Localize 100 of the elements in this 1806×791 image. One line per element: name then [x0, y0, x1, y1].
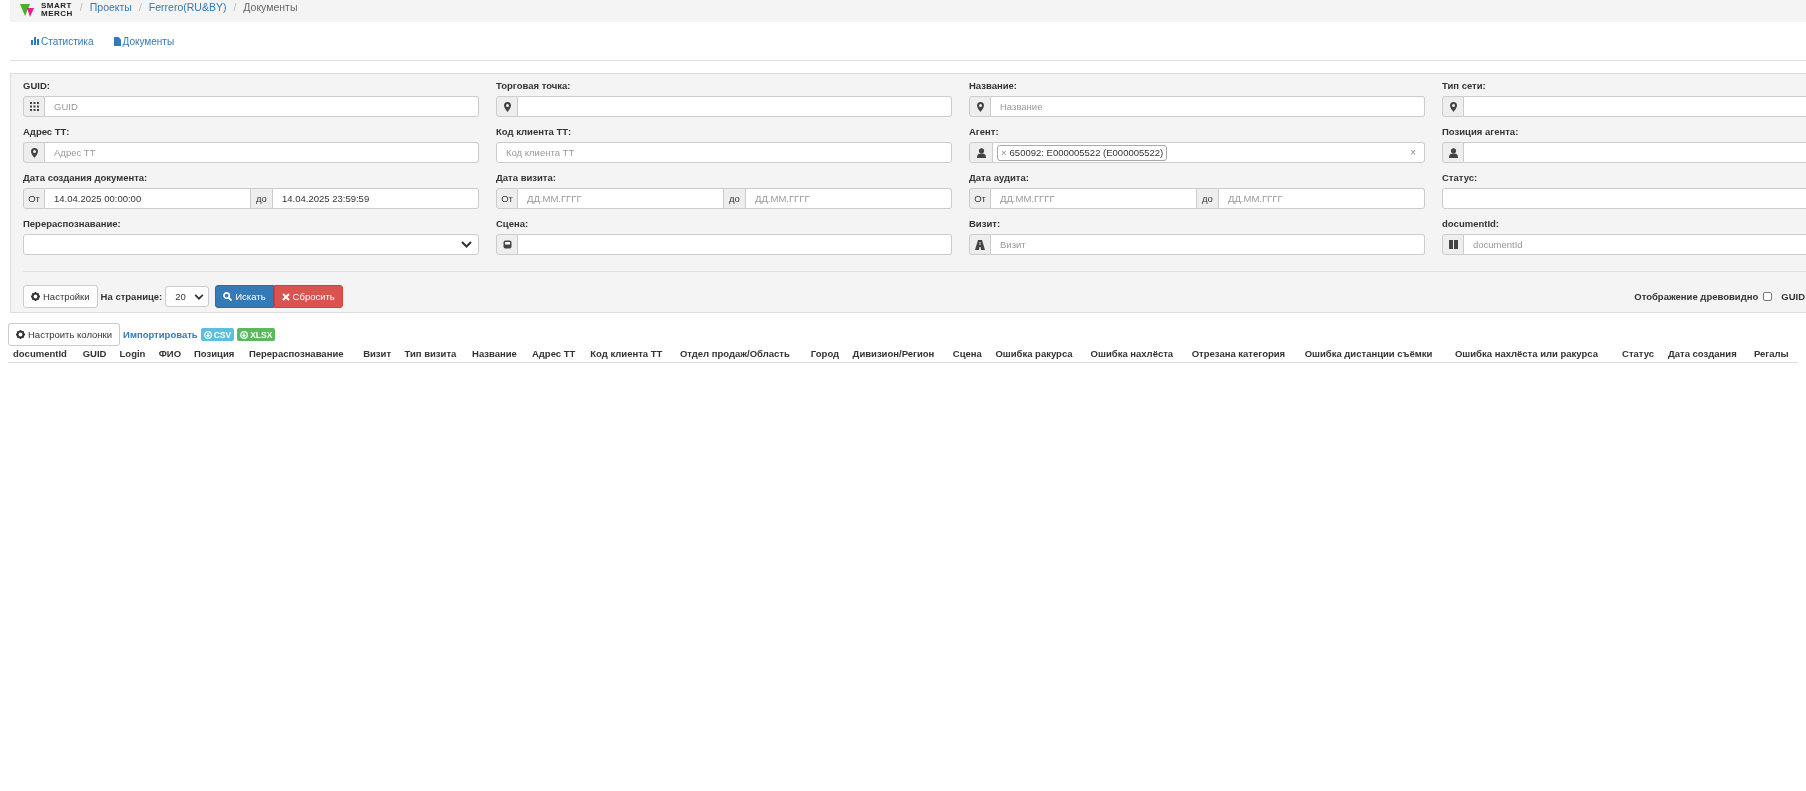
map-pin-icon: [1449, 101, 1457, 112]
column-header: Статус: [1617, 345, 1663, 363]
date-to-field[interactable]: 14.04.2025 23:59:59: [273, 188, 479, 209]
road-icon: [975, 239, 985, 250]
tray-icon: [502, 240, 512, 249]
input-field[interactable]: [518, 234, 952, 255]
input-field[interactable]: documentId: [1464, 234, 1806, 255]
breadcrumb-link[interactable]: Проекты: [89, 1, 132, 13]
field-label: Дата создания документа:: [23, 171, 149, 185]
column-header: Ошибка нахлёста или ракурса: [1449, 345, 1618, 363]
logo-text: MERCH: [41, 10, 73, 18]
agent-tag: 650092: E000005522 (E000005522): [1009, 145, 1164, 160]
field-label: Визит:: [969, 217, 1002, 231]
range-label: От: [969, 188, 991, 209]
user-icon: [976, 147, 986, 158]
column-header: Город: [805, 345, 848, 363]
download-icon: [203, 330, 212, 339]
date-to-field[interactable]: ДД.ММ.ГГГГ: [746, 188, 952, 209]
nav-tab[interactable]: Документы: [113, 35, 175, 47]
breadcrumb-current: Документы: [243, 1, 298, 13]
chevron-down-icon: [194, 293, 205, 300]
field-label: Название:: [969, 79, 1018, 93]
breadcrumb-link[interactable]: Ferrero(RU&BY): [148, 1, 227, 13]
field-label: Статус:: [1442, 171, 1479, 185]
nav-tab[interactable]: Статистика: [31, 35, 94, 47]
export-button[interactable]: XLSX: [237, 328, 276, 341]
field-label: Сцена:: [496, 217, 530, 231]
columns-icon: [1448, 240, 1458, 249]
document-icon: [113, 36, 121, 46]
bar-chart-icon: [31, 37, 39, 45]
input-field[interactable]: [1464, 142, 1806, 163]
per-page-select[interactable]: 20: [165, 286, 210, 307]
input-field[interactable]: Код клиента ТТ: [496, 142, 952, 163]
field-label: Код клиента ТТ:: [496, 125, 573, 139]
column-header: Название: [467, 345, 527, 363]
input-field[interactable]: Название: [991, 96, 1425, 117]
field-label: Тип сети:: [1442, 79, 1487, 93]
field-label: Перераспознавание:: [23, 217, 122, 231]
settings-button[interactable]: Настройки: [23, 285, 98, 308]
column-header: Адрес ТТ: [526, 345, 586, 363]
import-label: Импортировать: [123, 329, 198, 340]
tree-view-label: Отображение древовидно: [1634, 291, 1759, 302]
field-label: GUID:: [23, 79, 51, 93]
field-label: Дата визита:: [496, 171, 557, 185]
tree-view-checkbox[interactable]: [1763, 292, 1773, 301]
field-label: Адрес ТТ:: [23, 125, 71, 139]
gear-icon: [16, 330, 25, 339]
input-field[interactable]: [1442, 188, 1806, 209]
close-icon: [281, 292, 290, 301]
column-header: Тип визита: [399, 345, 468, 363]
column-header: Ошибка дистанции съёмки: [1299, 345, 1450, 363]
per-page-label: На странице:: [100, 291, 163, 302]
clear-button[interactable]: ×: [1410, 147, 1424, 158]
column-header: Визит: [358, 345, 400, 363]
field-label: Торговая точка:: [496, 79, 572, 93]
tag-input-field[interactable]: × 650092: E000005522 (E000005522) ×: [969, 142, 1425, 163]
input-field[interactable]: GUID: [45, 96, 479, 117]
remove-tag-button[interactable]: ×: [1001, 145, 1007, 160]
range-label: до: [724, 188, 746, 209]
breadcrumb-separator: /: [233, 1, 237, 13]
column-header: Отдел продаж/Область: [674, 345, 806, 363]
map-pin-icon: [503, 101, 511, 112]
date-from-field[interactable]: ДД.ММ.ГГГГ: [518, 188, 724, 209]
field-label: Дата аудита:: [969, 171, 1030, 185]
grid-icon: [29, 102, 39, 111]
range-label: до: [251, 188, 273, 209]
map-pin-icon: [30, 147, 38, 158]
column-header: Login: [114, 345, 154, 363]
search-button[interactable]: Искать: [215, 285, 274, 308]
breadcrumb-separator: /: [79, 1, 83, 13]
breadcrumb-separator: /: [138, 1, 142, 13]
input-field[interactable]: [518, 96, 952, 117]
date-from-field[interactable]: ДД.ММ.ГГГГ: [991, 188, 1197, 209]
download-icon: [240, 330, 249, 339]
column-header: Сцена: [947, 345, 991, 363]
map-pin-icon: [976, 101, 984, 112]
date-from-field[interactable]: 14.04.2025 00:00:00: [45, 188, 251, 209]
column-header: GUID: [77, 345, 115, 363]
column-header: Дивизион/Регион: [847, 345, 948, 363]
date-to-field[interactable]: ДД.ММ.ГГГГ: [1219, 188, 1425, 209]
column-header: Позиция: [189, 345, 244, 363]
input-field[interactable]: Визит: [991, 234, 1425, 255]
column-header: Ошибка ракурса: [990, 345, 1086, 363]
logo-text: SMART: [41, 2, 73, 10]
reset-button[interactable]: Сбросить: [273, 285, 343, 308]
input-field[interactable]: [1464, 96, 1806, 117]
input-field[interactable]: Адрес ТТ: [45, 142, 479, 163]
column-header: Ошибка нахлёста: [1085, 345, 1187, 363]
range-label: От: [496, 188, 518, 209]
select-field[interactable]: [23, 234, 479, 255]
configure-columns-button[interactable]: Настроить колонки: [8, 323, 121, 346]
gear-icon: [31, 292, 40, 301]
field-label: Агент:: [969, 125, 1000, 139]
column-header: documentId: [8, 345, 78, 363]
column-header: Дата создания: [1662, 345, 1749, 363]
column-header: ФИО: [153, 345, 189, 363]
user-icon: [1448, 147, 1458, 158]
column-header: Отрезана категория: [1186, 345, 1300, 363]
guid-label: GUID: [1781, 291, 1805, 302]
column-header: Перераспознавание: [243, 345, 359, 363]
